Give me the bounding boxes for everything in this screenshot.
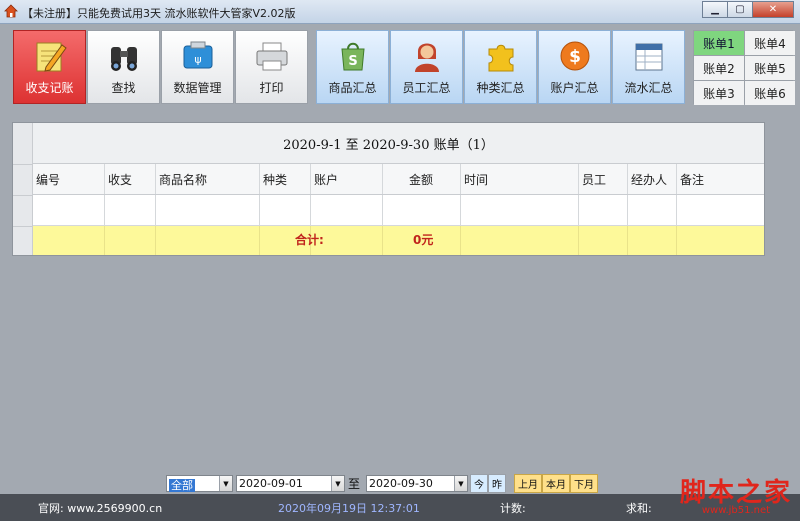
- datetime-text: 2020年09月19日 12:37:01: [278, 502, 420, 515]
- col-header-id[interactable]: 编号: [33, 164, 105, 194]
- tool-category-summary[interactable]: 种类汇总: [464, 30, 537, 104]
- website-text[interactable]: 官网: www.2569900.cn: [38, 500, 162, 516]
- account-2-button[interactable]: 账单2: [694, 56, 744, 80]
- tool-label: 种类汇总: [476, 81, 525, 95]
- window-title: 【未注册】只能免费试用3天 流水账软件大管家V2.02版: [22, 7, 296, 20]
- binoculars-icon: [110, 47, 137, 71]
- col-header-type[interactable]: 收支: [105, 164, 156, 194]
- tool-label: 员工汇总: [402, 81, 451, 95]
- row-header-column: [13, 123, 33, 255]
- tool-label: 流水汇总: [624, 81, 673, 95]
- tool-label: 收支记账: [25, 81, 74, 95]
- next-month-button[interactable]: 下月: [570, 474, 598, 493]
- toolbar: 收支记账 查找 ψ 数据管理 打印 S 商品汇总 员工汇总 种类汇总 $ 账户汇…: [0, 24, 800, 110]
- account-switcher: 账单1 账单4 账单2 账单5 账单3 账单6: [693, 30, 795, 105]
- ledger-table: 2020-9-1 至 2020-9-30 账单（1） 编号 收支 商品名称 种类…: [12, 122, 765, 256]
- col-header-amount[interactable]: 金额: [383, 164, 461, 194]
- tool-label: 打印: [259, 81, 284, 95]
- account-6-button[interactable]: 账单6: [745, 81, 795, 105]
- count-label: 计数:: [500, 502, 526, 515]
- end-date-picker[interactable]: 2020-09-30 ▼: [366, 475, 468, 492]
- tool-label: 数据管理: [173, 81, 222, 95]
- tool-search[interactable]: 查找: [87, 30, 160, 104]
- account-4-button[interactable]: 账单4: [745, 31, 795, 55]
- tool-staff-summary[interactable]: 员工汇总: [390, 30, 463, 104]
- col-header-category[interactable]: 种类: [260, 164, 311, 194]
- table-total-row: 合计: 0元: [33, 226, 764, 255]
- col-header-note[interactable]: 备注: [677, 164, 764, 194]
- puzzle-icon: [488, 44, 513, 72]
- pencil-notepad-icon: [36, 42, 67, 72]
- person-icon: [414, 43, 439, 72]
- tool-data-management[interactable]: ψ 数据管理: [161, 30, 234, 104]
- last-month-button[interactable]: 上月: [514, 474, 542, 493]
- tool-goods-summary[interactable]: S 商品汇总: [316, 30, 389, 104]
- chevron-down-icon[interactable]: ▼: [454, 476, 467, 491]
- start-date-picker[interactable]: 2020-09-01 ▼: [236, 475, 345, 492]
- shopping-bag-icon: S: [340, 42, 365, 71]
- table-caption: 2020-9-1 至 2020-9-30 账单（1）: [13, 123, 764, 164]
- col-header-time[interactable]: 时间: [461, 164, 579, 194]
- today-button[interactable]: 今: [470, 474, 488, 493]
- minimize-button[interactable]: ▁: [702, 1, 728, 18]
- printer-icon: [256, 42, 287, 71]
- account-3-button[interactable]: 账单3: [694, 81, 744, 105]
- col-header-goods[interactable]: 商品名称: [156, 164, 260, 194]
- watermark-title: 脚本之家: [679, 478, 792, 508]
- account-5-button[interactable]: 账单5: [745, 56, 795, 80]
- total-value: 0元: [413, 233, 434, 247]
- svg-text:S: S: [348, 54, 357, 69]
- close-button[interactable]: ✕: [752, 1, 794, 18]
- start-date-value: 2020-09-01: [239, 477, 303, 490]
- tool-label: 账户汇总: [550, 81, 599, 95]
- svg-text:ψ: ψ: [194, 53, 201, 66]
- svg-text:$: $: [569, 47, 581, 67]
- end-date-value: 2020-09-30: [369, 477, 433, 490]
- app-house-icon: [4, 4, 18, 18]
- tool-flow-summary[interactable]: 流水汇总: [612, 30, 685, 104]
- maximize-button[interactable]: ▢: [727, 1, 753, 18]
- chevron-down-icon[interactable]: ▼: [219, 476, 232, 491]
- col-header-handler[interactable]: 经办人: [628, 164, 677, 194]
- account-1-button[interactable]: 账单1: [694, 31, 744, 55]
- dollar-coin-icon: $: [560, 41, 589, 71]
- scope-select[interactable]: 全部 ▼: [166, 475, 233, 492]
- tool-account-summary[interactable]: $ 账户汇总: [538, 30, 611, 104]
- tool-print[interactable]: 打印: [235, 30, 308, 104]
- tool-label: 商品汇总: [328, 81, 377, 95]
- sum-label: 求和:: [626, 502, 652, 515]
- tool-label: 查找: [111, 81, 136, 95]
- yesterday-button[interactable]: 昨: [488, 474, 506, 493]
- tool-bookkeeping[interactable]: 收支记账: [13, 30, 86, 104]
- col-header-staff[interactable]: 员工: [579, 164, 628, 194]
- total-label: 合计:: [295, 233, 324, 247]
- title-bar: 【未注册】只能免费试用3天 流水账软件大管家V2.02版 ▁ ▢ ✕: [0, 0, 800, 24]
- chevron-down-icon[interactable]: ▼: [331, 476, 344, 491]
- usb-drive-icon: ψ: [183, 41, 212, 69]
- scope-value: 全部: [169, 479, 195, 492]
- ledger-icon: [635, 43, 662, 71]
- table-empty-row[interactable]: [33, 195, 764, 226]
- date-to-label: 至: [348, 477, 361, 491]
- this-month-button[interactable]: 本月: [542, 474, 570, 493]
- col-header-account[interactable]: 账户: [311, 164, 383, 194]
- watermark: 脚本之家 www.jb51.net: [680, 472, 792, 516]
- table-header-row: 编号 收支 商品名称 种类 账户 金额 时间 员工 经办人 备注: [33, 164, 764, 195]
